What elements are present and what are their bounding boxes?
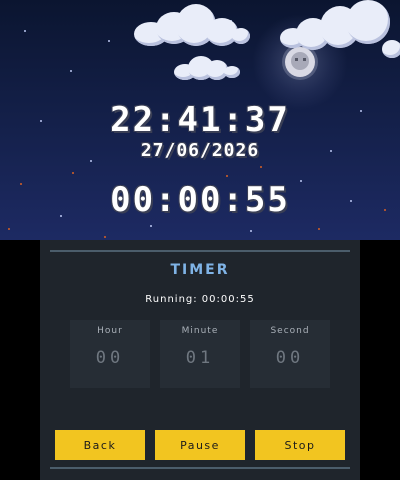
star: [108, 40, 110, 42]
star: [24, 30, 26, 32]
cloud: [280, 0, 400, 58]
elapsed-time: 00:00:55: [110, 180, 290, 220]
second-label: Second: [270, 326, 310, 336]
minute-value: 01: [185, 348, 215, 368]
top-screen: 22:41:37 27/06/2026 00:00:55: [0, 0, 400, 240]
ember-particle: [260, 166, 262, 168]
moon-eye: [303, 58, 306, 61]
ember-particle: [226, 175, 228, 177]
pause-button[interactable]: Pause: [155, 430, 245, 460]
second-value: 00: [275, 348, 305, 368]
bottom-divider: [50, 467, 350, 469]
ember-particle: [104, 236, 106, 238]
ember-particle: [8, 228, 10, 230]
cloud: [134, 4, 254, 52]
top-divider: [50, 250, 350, 252]
second-field[interactable]: Second 00: [250, 320, 330, 388]
moon-eye: [295, 58, 298, 61]
minute-field[interactable]: Minute 01: [160, 320, 240, 388]
star: [70, 70, 72, 72]
clock-date: 27/06/2026: [140, 140, 260, 161]
star: [150, 225, 152, 227]
cloud: [174, 54, 244, 82]
ember-particle: [72, 172, 74, 174]
stop-button[interactable]: Stop: [255, 430, 345, 460]
minute-label: Minute: [181, 326, 219, 336]
back-button[interactable]: Back: [55, 430, 145, 460]
bottom-screen: TIMER Running: 00:00:55 Hour 00 Minute 0…: [40, 240, 360, 480]
ember-particle: [318, 228, 320, 230]
screen-title: TIMER: [170, 262, 230, 278]
star: [250, 230, 252, 232]
status-text: Running: 00:00:55: [145, 294, 255, 305]
hour-value: 00: [95, 348, 125, 368]
clock-time: 22:41:37: [110, 100, 290, 140]
hour-label: Hour: [97, 326, 123, 336]
hour-field[interactable]: Hour 00: [70, 320, 150, 388]
